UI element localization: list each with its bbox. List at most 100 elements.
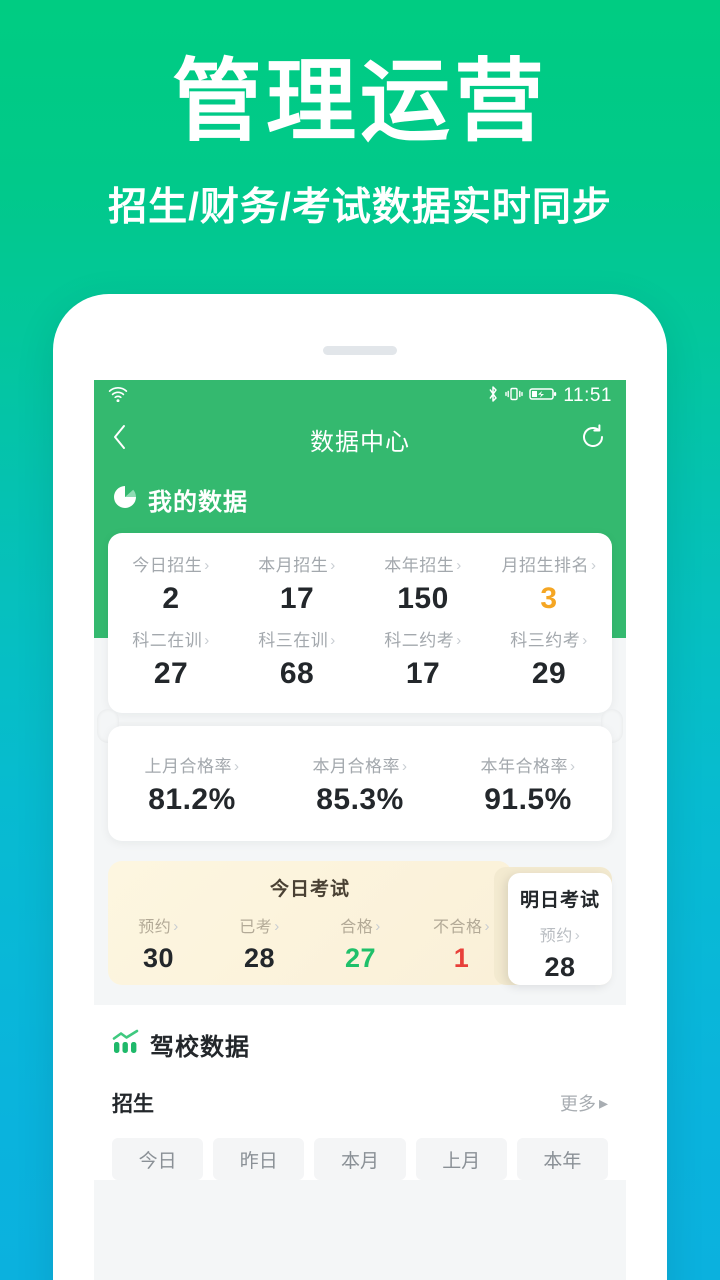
- school-subsection-label: 招生: [112, 1093, 154, 1116]
- pass-rate-card: 上月合格率 › 81.2% 本月合格率 › 85.3% 本年合格率 › 91.5%: [108, 726, 612, 841]
- stats-row-2: 科二在训 › 27 科三在训 › 68 科二约考 › 17 科三约考 › 29: [108, 622, 612, 713]
- chevron-right-icon: ›: [582, 632, 588, 649]
- caret-right-icon: ▸: [598, 1092, 608, 1113]
- tab-this-month[interactable]: 本月: [314, 1138, 406, 1180]
- stat-value: 27: [153, 657, 189, 690]
- stat-cell-month-enroll[interactable]: 本月招生 › 17: [234, 551, 360, 616]
- pie-chart-icon: [112, 484, 138, 515]
- school-subsection-header: 招生 更多 ▸: [112, 1088, 608, 1118]
- vibrate-icon: [505, 385, 524, 408]
- stat-label: 已考: [239, 919, 273, 936]
- stat-value: 81.2%: [148, 783, 236, 816]
- chevron-right-icon: ›: [204, 557, 210, 574]
- chevron-right-icon: ›: [173, 918, 179, 935]
- chevron-right-icon: ›: [484, 918, 490, 935]
- chevron-right-icon: ›: [456, 557, 462, 574]
- chevron-right-icon: ›: [402, 758, 408, 775]
- chevron-right-icon: ›: [330, 632, 336, 649]
- stat-value: 17: [279, 582, 315, 615]
- chevron-right-icon: ›: [330, 557, 336, 574]
- refresh-icon[interactable]: [578, 422, 608, 457]
- stat-cell-subject2-booking[interactable]: 科二约考 › 17: [360, 626, 486, 691]
- promo-subtitle: 招生/财务/考试数据实时同步: [108, 185, 612, 229]
- today-exam-card: 今日考试 预约 › 30 已考 › 28 合格 › 27 不合格 › 1: [108, 861, 512, 985]
- stat-value: 30: [142, 943, 175, 973]
- app-screen: 11:51 数据中心 我的数据 今日招生 › 2 本月招生 › 17 本年招生 …: [94, 380, 626, 1280]
- pass-rate-row: 上月合格率 › 81.2% 本月合格率 › 85.3% 本年合格率 › 91.5%: [108, 726, 612, 841]
- stat-cell-today-enroll[interactable]: 今日招生 › 2: [108, 551, 234, 616]
- today-exam-title: 今日考试: [269, 879, 350, 900]
- stat-label: 月招生排名: [501, 556, 589, 575]
- stat-label: 合格: [340, 919, 374, 936]
- stat-value: 17: [405, 657, 441, 690]
- stat-value: 29: [531, 657, 567, 690]
- chevron-right-icon: ›: [375, 918, 381, 935]
- stat-label: 预约: [539, 928, 573, 945]
- tomorrow-exam-title: 明日考试: [519, 890, 600, 911]
- chevron-right-icon: ›: [574, 927, 581, 944]
- my-data-stats-card: 今日招生› 2 本月招生› 17 本年招生› 150 月招生排名› 3: [108, 533, 612, 713]
- stat-label: 预约: [138, 919, 172, 936]
- stat-value: 91.5%: [484, 783, 572, 816]
- wifi-icon: [108, 386, 128, 407]
- stat-cell-exam-booked[interactable]: 预约 › 30: [108, 913, 209, 974]
- period-tabs: 今日 昨日 本月 上月 本年: [112, 1138, 609, 1180]
- nav-bar: 数据中心: [94, 412, 626, 466]
- chevron-right-icon: ›: [456, 632, 462, 649]
- stat-label: 科二约考: [384, 631, 455, 650]
- phone-speaker: [323, 346, 397, 355]
- stat-label: 不合格: [432, 919, 483, 936]
- stat-cell-this-year-pass-rate[interactable]: 本年合格率 › 91.5%: [444, 752, 612, 817]
- stat-cell-exam-passed[interactable]: 合格 › 27: [310, 913, 411, 974]
- school-data-label: 驾校数据: [150, 1034, 250, 1061]
- stat-value: 85.3%: [316, 783, 404, 816]
- stats-row-1: 今日招生 › 2 本月招生 › 17 本年招生 › 150 月招生排名 › 3: [108, 533, 612, 622]
- page-title: 数据中心: [310, 428, 410, 456]
- stat-label: 本月合格率: [312, 757, 400, 776]
- stat-cell-this-month-pass-rate[interactable]: 本月合格率 › 85.3%: [276, 752, 444, 817]
- my-data-label: 我的数据: [148, 489, 248, 516]
- promo-banner: 管理运营 招生/财务/考试数据实时同步: [0, 0, 720, 232]
- chevron-right-icon: ›: [570, 758, 576, 775]
- stat-label: 本年合格率: [480, 757, 568, 776]
- stat-cell-subject3-booking[interactable]: 科三约考 › 29: [486, 626, 612, 691]
- stat-cell-subject2-training[interactable]: 科二在训 › 27: [108, 626, 234, 691]
- school-data-header: 驾校数据: [112, 1027, 608, 1062]
- stat-label: 上月合格率: [144, 757, 232, 776]
- bluetooth-icon: [487, 385, 499, 408]
- stat-cell-last-month-pass-rate[interactable]: 上月合格率 › 81.2%: [108, 752, 276, 817]
- tomorrow-exam-card[interactable]: 明日考试 预约 › 28: [508, 873, 612, 985]
- stat-value: 27: [344, 943, 377, 973]
- stat-cell-subject3-training[interactable]: 科三在训 › 68: [234, 626, 360, 691]
- chevron-right-icon: ›: [234, 758, 240, 775]
- exam-cards: 今日考试 预约 › 30 已考 › 28 合格 › 27 不合格 › 1 明日考…: [108, 861, 612, 985]
- phone-mockup: 11:51 数据中心 我的数据 今日招生 › 2 本月招生 › 17 本年招生 …: [53, 294, 667, 1280]
- tab-this-year[interactable]: 本年: [516, 1138, 609, 1180]
- stat-cell-month-rank[interactable]: 月招生排名 › 3: [486, 551, 612, 616]
- tab-yesterday[interactable]: 昨日: [213, 1138, 305, 1180]
- today-exam-row: 预约 › 30 已考 › 28 合格 › 27 不合格 › 1: [108, 901, 512, 974]
- stat-label: 科二在训: [132, 631, 203, 650]
- stat-value: 28: [544, 952, 576, 982]
- stat-label: 本月招生: [258, 556, 329, 575]
- stat-label: 科三在训: [258, 631, 329, 650]
- my-data-section-header: 我的数据: [94, 466, 626, 527]
- chevron-right-icon: ›: [204, 632, 210, 649]
- stat-cell-exam-taken[interactable]: 已考 › 28: [209, 913, 310, 974]
- status-time: 11:51: [563, 385, 612, 406]
- stat-cell-tomorrow-booked[interactable]: 预约 › 28: [508, 912, 612, 983]
- stat-value: 2: [162, 582, 180, 615]
- more-label: 更多: [559, 1094, 596, 1114]
- stat-value: 28: [243, 943, 276, 973]
- stat-label: 今日招生: [132, 556, 203, 575]
- stat-value: 150: [397, 582, 449, 615]
- chevron-right-icon: ›: [274, 918, 280, 935]
- stat-label: 科三约考: [510, 631, 581, 650]
- school-data-section: 驾校数据 招生 更多 ▸ 今日 昨日 本月 上月 本年: [94, 1005, 626, 1180]
- stat-cell-year-enroll[interactable]: 本年招生 › 150: [360, 551, 486, 616]
- back-button[interactable]: [112, 423, 128, 456]
- tab-last-month[interactable]: 上月: [415, 1138, 507, 1180]
- tab-today[interactable]: 今日: [112, 1138, 204, 1180]
- more-link[interactable]: 更多 ▸: [560, 1090, 608, 1116]
- battery-charging-icon: [529, 386, 557, 407]
